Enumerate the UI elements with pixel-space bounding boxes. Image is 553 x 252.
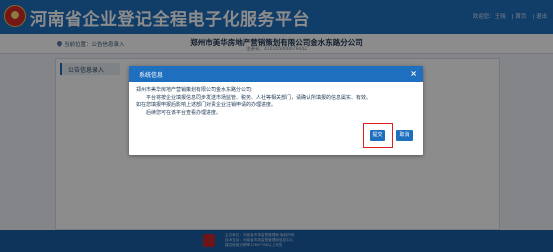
dialog-message: 郑州市美华房地产营销策划有限公司金水东路分公司: 平台将按企业填报信息同步发送市… (136, 87, 416, 117)
cancel-button[interactable]: 取消 (396, 130, 413, 141)
message-recipient: 郑州市美华房地产营销策划有限公司金水东路分公司: (136, 87, 253, 93)
dialog-header: 系统信息 × (129, 66, 423, 82)
dialog-title: 系统信息 (139, 72, 164, 79)
message-line: 后续您可在该平台查看办理进度。 (146, 109, 222, 116)
message-line: 如在您填报申报后影响上述部门对贵企业注销申请的办理进度。 (136, 102, 277, 109)
close-icon[interactable]: × (410, 69, 417, 78)
system-info-dialog: 系统信息 × 郑州市美华房地产营销策划有限公司金水东路分公司: 平台将按企业填报… (129, 66, 423, 155)
submit-button[interactable]: 提交 (370, 130, 385, 141)
